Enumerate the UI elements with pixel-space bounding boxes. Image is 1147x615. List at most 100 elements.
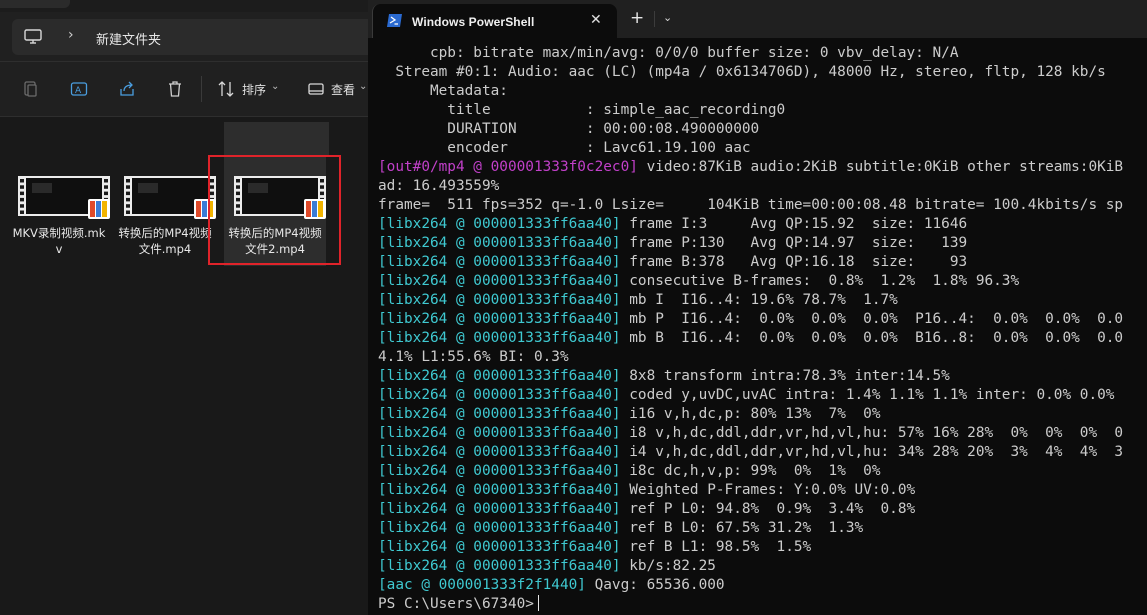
- explorer-command-bar: A 排序 ⌄ 查看 ⌄: [0, 62, 368, 116]
- log-text: Metadata:: [378, 83, 508, 99]
- powershell-window: Windows PowerShell ✕ + ⌄ cpb: bitrate ma…: [368, 0, 1147, 615]
- log-text: coded y,uvDC,uvAC intra: 1.4% 1.1% 1.1% …: [620, 387, 1115, 403]
- rename-icon[interactable]: A: [70, 80, 88, 98]
- powershell-icon: [387, 14, 402, 27]
- console-line: Stream #0:1: Audio: aac (LC) (mp4a / 0x6…: [378, 63, 1147, 82]
- log-source-tag: [libx264 @ 000001333ff6aa40]: [378, 216, 621, 232]
- log-source-tag: [libx264 @ 000001333ff6aa40]: [378, 387, 621, 403]
- log-text: ref B L1: 98.5% 1.5%: [620, 539, 812, 555]
- console-line: [libx264 @ 000001333ff6aa40] frame P:130…: [378, 234, 1147, 253]
- chevron-down-icon[interactable]: ⌄: [359, 81, 367, 92]
- log-source-tag: [libx264 @ 000001333ff6aa40]: [378, 558, 621, 574]
- log-text: i4 v,h,dc,ddl,ddr,vr,hd,vl,hu: 34% 28% 2…: [620, 444, 1124, 460]
- tab-separator: [654, 11, 655, 27]
- log-source-tag: [aac @ 000001333f2f1440]: [378, 577, 586, 593]
- log-text: mb B I16..4: 0.0% 0.0% 0.0% B16..8: 0.0%…: [620, 330, 1124, 346]
- console-line: Metadata:: [378, 82, 1147, 101]
- log-text: mb I I16..4: 19.6% 78.7% 1.7%: [620, 292, 898, 308]
- console-line: [libx264 @ 000001333ff6aa40] ref B L0: 6…: [378, 519, 1147, 538]
- console-line: DURATION : 00:00:08.490000000: [378, 120, 1147, 139]
- log-source-tag: [libx264 @ 000001333ff6aa40]: [378, 482, 621, 498]
- log-text: 8x8 transform intra:78.3% inter:14.5%: [620, 368, 950, 384]
- log-source-tag: [libx264 @ 000001333ff6aa40]: [378, 463, 621, 479]
- console-line: ad: 16.493559%: [378, 177, 1147, 196]
- sort-icon[interactable]: [217, 80, 235, 98]
- console-line: [libx264 @ 000001333ff6aa40] i16 v,h,dc,…: [378, 405, 1147, 424]
- chevron-down-icon[interactable]: ⌄: [271, 81, 279, 92]
- log-source-tag: [libx264 @ 000001333ff6aa40]: [378, 254, 621, 270]
- console-line: [libx264 @ 000001333ff6aa40] frame I:3 A…: [378, 215, 1147, 234]
- console-line: cpb: bitrate max/min/avg: 0/0/0 buffer s…: [378, 44, 1147, 63]
- copy-icon[interactable]: [22, 80, 40, 98]
- toolbar-separator: [201, 76, 202, 102]
- console-line: frame= 511 fps=352 q=-1.0 Lsize= 104KiB …: [378, 196, 1147, 215]
- log-text: 4.1% L1:55.6% BI: 0.3%: [378, 349, 569, 365]
- console-line: 4.1% L1:55.6% BI: 0.3%: [378, 348, 1147, 367]
- tab-windows-powershell[interactable]: Windows PowerShell ✕: [372, 4, 617, 38]
- log-text: ref B L0: 67.5% 31.2% 1.3%: [620, 520, 864, 536]
- log-text: frame I:3 Avg QP:15.92 size: 11646: [620, 216, 968, 232]
- console-line: [libx264 @ 000001333ff6aa40] mb I I16..4…: [378, 291, 1147, 310]
- log-text: i8c dc,h,v,p: 99% 0% 1% 0%: [620, 463, 881, 479]
- view-button[interactable]: 查看: [331, 81, 355, 98]
- close-icon[interactable]: ✕: [590, 12, 602, 28]
- log-source-tag: [libx264 @ 000001333ff6aa40]: [378, 330, 621, 346]
- delete-icon[interactable]: [166, 80, 184, 98]
- log-text: ref P L0: 94.8% 0.9% 3.4% 0.8%: [620, 501, 916, 517]
- log-text: video:87KiB audio:2KiB subtitle:0KiB oth…: [637, 159, 1124, 175]
- log-text: Stream #0:1: Audio: aac (LC) (mp4a / 0x6…: [378, 64, 1106, 80]
- log-text: ad: 16.493559%: [378, 178, 500, 194]
- log-text: title : simple_aac_recording0: [378, 102, 786, 118]
- video-file-icon: [18, 176, 110, 219]
- console-line: [libx264 @ 000001333ff6aa40] i8c dc,h,v,…: [378, 462, 1147, 481]
- console-line: title : simple_aac_recording0: [378, 101, 1147, 120]
- file-item-mkv[interactable]: MKV录制视频.mkv: [8, 122, 110, 266]
- console-line: [libx264 @ 000001333ff6aa40] coded y,uvD…: [378, 386, 1147, 405]
- sort-button[interactable]: 排序: [242, 81, 266, 98]
- log-source-tag: [libx264 @ 000001333ff6aa40]: [378, 520, 621, 536]
- terminal-output[interactable]: cpb: bitrate max/min/avg: 0/0/0 buffer s…: [378, 38, 1147, 615]
- log-source-tag: [out#0/mp4 @ 000001333f0c2ec0]: [378, 159, 638, 175]
- share-icon[interactable]: [118, 80, 136, 98]
- file-name: MKV录制视频.mkv: [12, 226, 106, 256]
- console-line: [libx264 @ 000001333ff6aa40] i8 v,h,dc,d…: [378, 424, 1147, 443]
- log-text: DURATION : 00:00:08.490000000: [378, 121, 760, 137]
- prompt-text: PS C:\Users\67340>: [378, 596, 534, 612]
- explorer-tab[interactable]: [0, 0, 70, 8]
- log-text: cpb: bitrate max/min/avg: 0/0/0 buffer s…: [378, 45, 959, 61]
- log-text: i16 v,h,dc,p: 80% 13% 7% 0%: [620, 406, 881, 422]
- log-text: encoder : Lavc61.19.100 aac: [378, 140, 751, 156]
- log-text: kb/s:82.25: [620, 558, 716, 574]
- address-bar[interactable]: › 新建文件夹: [12, 19, 368, 55]
- log-source-tag: [libx264 @ 000001333ff6aa40]: [378, 273, 621, 289]
- log-text: mb P I16..4: 0.0% 0.0% 0.0% P16..4: 0.0%…: [620, 311, 1124, 327]
- video-file-icon: [124, 176, 216, 219]
- console-line: encoder : Lavc61.19.100 aac: [378, 139, 1147, 158]
- selection-highlight-box: [208, 155, 341, 265]
- svg-text:A: A: [75, 86, 82, 96]
- view-icon[interactable]: [307, 80, 325, 98]
- breadcrumb-current-folder[interactable]: 新建文件夹: [96, 29, 161, 48]
- file-name: 转换后的MP4视频文件.mp4: [118, 226, 212, 256]
- log-source-tag: [libx264 @ 000001333ff6aa40]: [378, 425, 621, 441]
- file-item-mp4[interactable]: 转换后的MP4视频文件.mp4: [114, 122, 216, 266]
- console-line: [libx264 @ 000001333ff6aa40] frame B:378…: [378, 253, 1147, 272]
- log-source-tag: [libx264 @ 000001333ff6aa40]: [378, 311, 621, 327]
- plus-icon[interactable]: +: [630, 8, 644, 28]
- command-prompt[interactable]: PS C:\Users\67340>: [378, 595, 1147, 614]
- chevron-right-icon[interactable]: ›: [68, 27, 74, 43]
- chevron-down-icon[interactable]: ⌄: [663, 11, 672, 24]
- console-line: [libx264 @ 000001333ff6aa40] ref P L0: 9…: [378, 500, 1147, 519]
- log-text: frame= 511 fps=352 q=-1.0 Lsize= 104KiB …: [378, 197, 1124, 213]
- console-line: [libx264 @ 000001333ff6aa40] i4 v,h,dc,d…: [378, 443, 1147, 462]
- console-line: [libx264 @ 000001333ff6aa40] 8x8 transfo…: [378, 367, 1147, 386]
- tab-title: Windows PowerShell: [412, 15, 535, 29]
- console-line: [libx264 @ 000001333ff6aa40] consecutive…: [378, 272, 1147, 291]
- log-text: Qavg: 65536.000: [585, 577, 725, 593]
- explorer-tab-strip: [0, 0, 368, 12]
- console-line: [out#0/mp4 @ 000001333f0c2ec0] video:87K…: [378, 158, 1147, 177]
- log-text: frame P:130 Avg QP:14.97 size: 139: [620, 235, 968, 251]
- computer-icon: [24, 29, 42, 44]
- log-source-tag: [libx264 @ 000001333ff6aa40]: [378, 501, 621, 517]
- log-source-tag: [libx264 @ 000001333ff6aa40]: [378, 444, 621, 460]
